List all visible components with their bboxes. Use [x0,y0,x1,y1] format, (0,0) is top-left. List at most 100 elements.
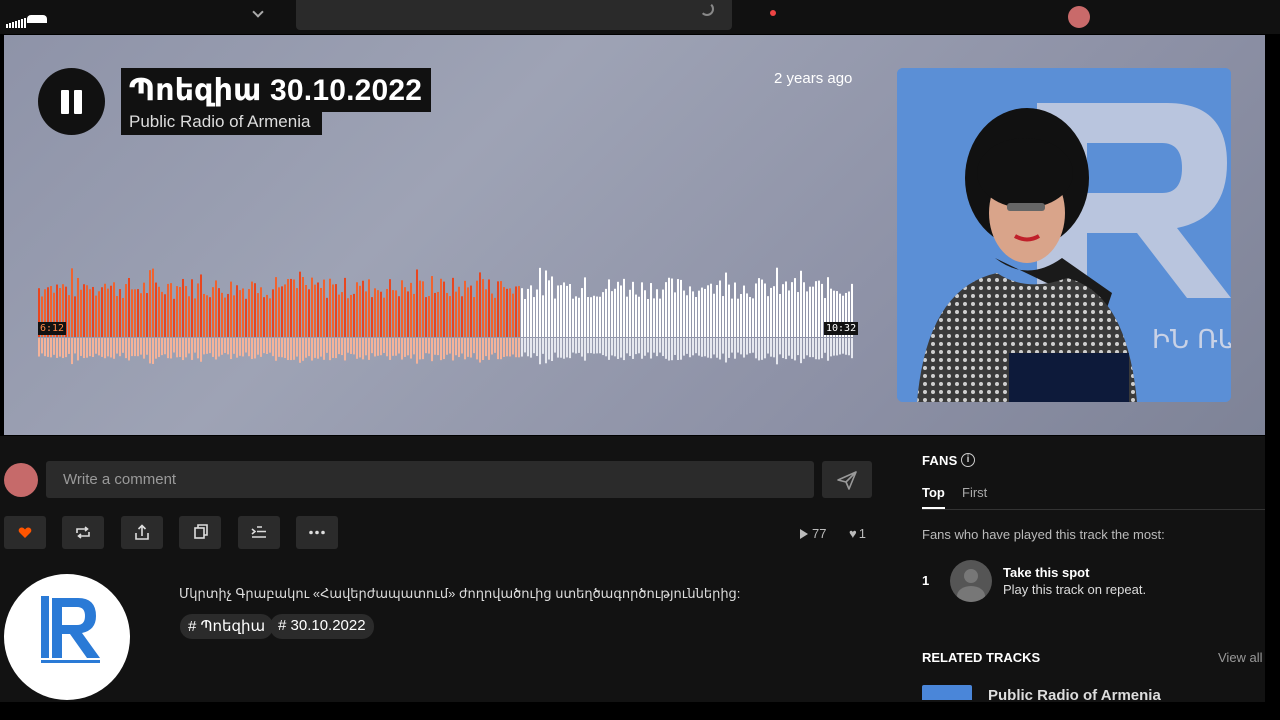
waveform-reflection-bar [806,338,808,356]
waveform-bar [758,278,760,337]
waveform-bar [317,282,319,337]
waveform-reflection-bar [227,338,229,355]
waveform-bar [122,297,124,337]
artist-box[interactable]: Public Radio of Armenia [121,108,323,135]
tag-poetry[interactable]: # Պոեզիա [180,614,274,639]
waveform[interactable] [38,255,856,370]
like-button[interactable] [4,516,46,549]
view-all-link[interactable]: View all [1218,650,1263,665]
waveform-reflection-bar [83,338,85,359]
comment-input[interactable] [46,461,814,498]
more-options-button[interactable] [296,516,338,549]
waveform-reflection-bar [38,338,40,357]
waveform-reflection-bar [311,338,313,361]
waveform-reflection-bar [632,338,634,359]
repost-icon [76,526,90,539]
waveform-bar [233,295,235,337]
artist-avatar[interactable] [4,574,130,700]
waveform-reflection-bar [554,338,556,353]
waveform-bar [593,295,595,337]
waveform-bar [671,278,673,337]
waveform-bar [728,284,730,337]
waveform-bar [158,286,160,337]
share-button[interactable] [121,516,163,549]
waveform-reflection-bar [395,338,397,356]
waveform-reflection-bar [677,338,679,361]
repost-button[interactable] [62,516,104,549]
waveform-reflection-bar [794,338,796,361]
waveform-bar [86,285,88,337]
waveform-bar [563,282,565,337]
waveform-bar [353,293,355,337]
waveform-reflection-bar [407,338,409,356]
send-comment-button[interactable] [822,461,872,498]
waveform-bar [596,296,598,337]
waveform-bar [395,290,397,337]
waveform-bar [701,287,703,337]
waveform-bar [731,298,733,337]
tab-first[interactable]: First [962,485,987,500]
waveform-reflection-bar [269,338,271,353]
search-icon[interactable] [700,2,714,16]
waveform-reflection-bar [716,338,718,358]
add-to-playlist-button[interactable] [238,516,280,549]
artwork-image: ԻՆ ՌԱ [897,68,1231,402]
tag-date[interactable]: # 30.10.2022 [270,614,374,639]
waveform-reflection-bar [824,338,826,353]
fans-subtitle: Fans who have played this track the most… [922,527,1165,542]
waveform-bar [809,286,811,337]
waveform-reflection-bar [110,338,112,358]
waveform-bar [77,277,79,337]
tabs-divider [922,509,1265,510]
waveform-bar [101,287,103,337]
waveform-bar [128,277,130,337]
waveform-reflection-bar [206,338,208,354]
waveform-bar [584,277,586,337]
waveform-reflection-bar [458,338,460,358]
waveform-bar [560,285,562,337]
waveform-reflection-bar [842,338,844,354]
copy-link-button[interactable] [179,516,221,549]
info-icon[interactable]: i [961,453,975,467]
waveform-reflection-bar [704,338,706,357]
waveform-reflection-bar [509,338,511,357]
waveform-bar [467,287,469,337]
waveform-bar [419,280,421,337]
soundcloud-logo[interactable] [6,10,54,28]
my-avatar [4,463,38,497]
waveform-bar [293,279,295,337]
chevron-down-icon[interactable] [252,6,264,18]
waveform-reflection-bar [77,338,79,361]
waveform-reflection-bar [278,338,280,357]
waveform-bar [440,278,442,337]
waveform-reflection-bar [764,338,766,359]
right-edge [1265,34,1280,720]
waveform-reflection-bar [347,338,349,353]
waveform-reflection-bar [179,338,181,357]
waveform-bar [692,291,694,337]
waveform-bar [524,298,526,337]
waveform-reflection-bar [65,338,67,358]
user-avatar[interactable] [1068,6,1090,28]
waveform-bar [410,282,412,337]
tab-top[interactable]: Top [922,485,945,500]
related-track-thumbnail[interactable] [922,685,972,700]
waveform-reflection-bar [608,338,610,360]
waveform-bar [458,286,460,337]
artist-link[interactable]: Public Radio of Armenia [129,112,310,131]
waveform-bar [689,286,691,337]
fan-avatar-placeholder [950,560,992,602]
track-artwork[interactable]: ԻՆ ՌԱ [897,68,1231,402]
send-icon [837,471,857,490]
waveform-reflection-bar [224,338,226,353]
waveform-bar [365,291,367,337]
waveform-reflection-bar [86,338,88,358]
waveform-svg[interactable] [38,255,856,370]
waveform-bar [182,278,184,337]
waveform-reflection-bar [818,338,820,360]
waveform-reflection-bar [74,338,76,354]
waveform-reflection-bar [521,338,523,357]
search-bar[interactable] [296,0,732,30]
waveform-reflection-bar [290,338,292,361]
pause-button[interactable] [38,68,105,135]
